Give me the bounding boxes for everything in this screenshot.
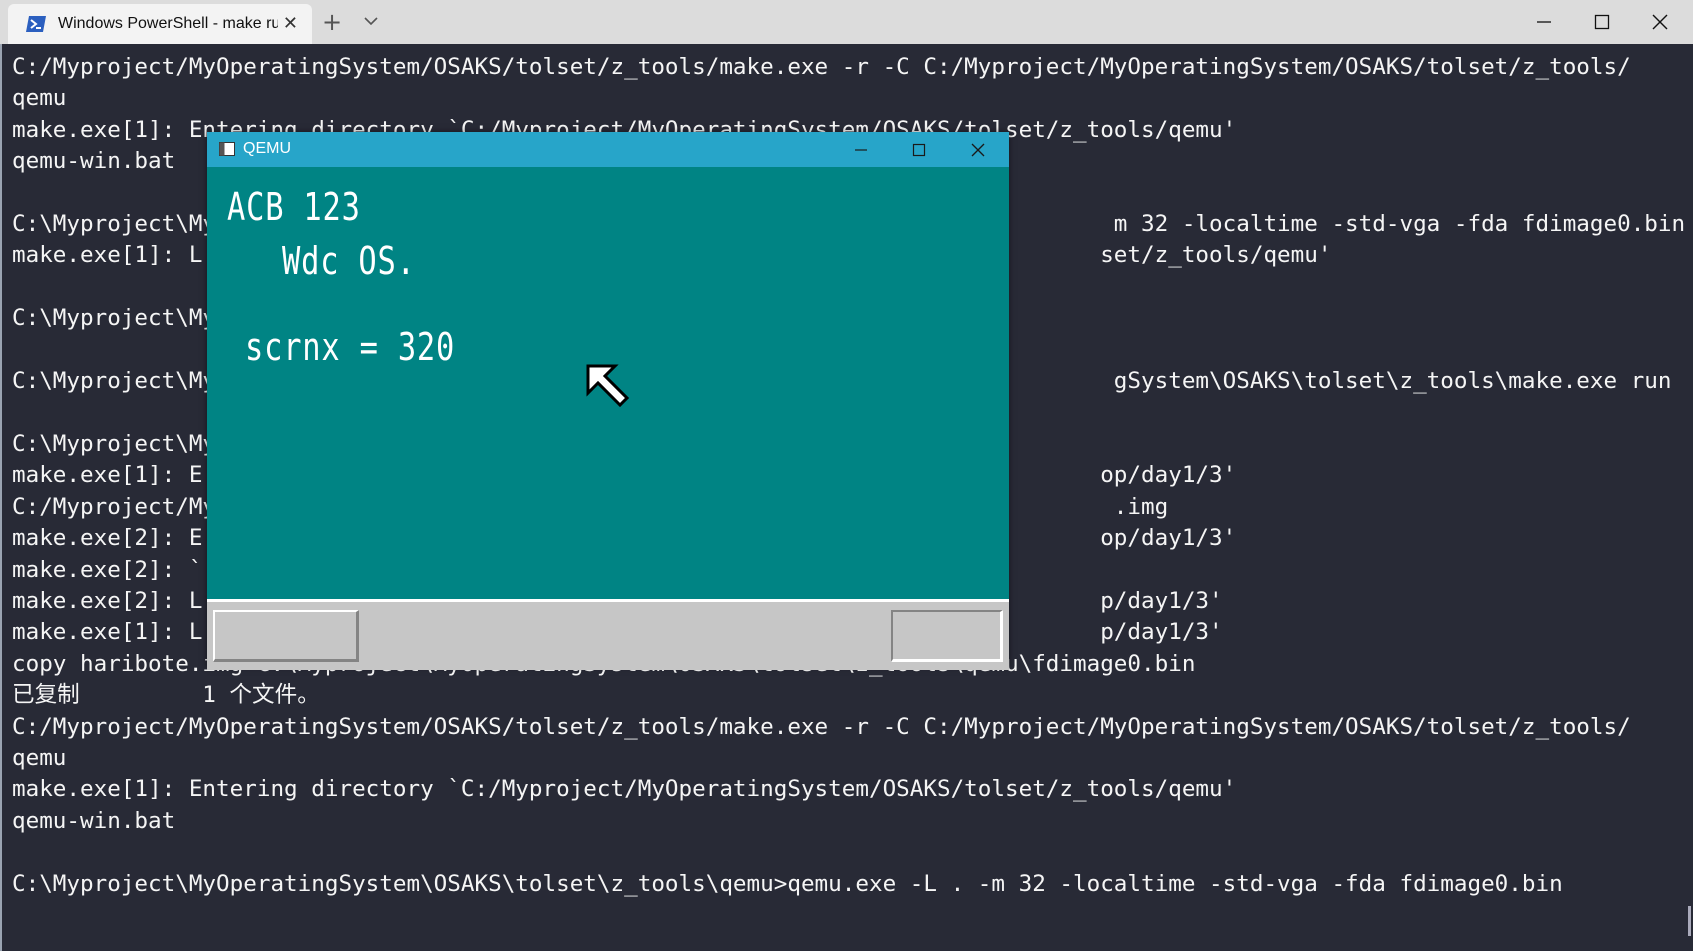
terminal-titlebar: Windows PowerShell - make ru ✕ + [0, 0, 1693, 44]
os-text-line-3: scrnx = 320 [245, 325, 456, 369]
os-text-line-2: Wdc OS. [282, 239, 416, 283]
terminal-line: 已复制 1 个文件。 [12, 682, 320, 709]
qemu-titlebar[interactable]: QEMU [207, 132, 1009, 167]
terminal-line: qemu-win.bat [12, 807, 176, 834]
mouse-cursor-icon [586, 364, 630, 408]
terminal-line: qemu-win.bat [12, 148, 176, 175]
window-icon [219, 142, 235, 156]
os-text-line-1: ACB 123 [227, 185, 361, 229]
terminal-line: C:\Myproject\My [12, 305, 217, 332]
terminal-line: C:/Myproject/MyOperatingSystem/OSAKS/tol… [12, 713, 1631, 740]
start-button[interactable] [213, 610, 359, 662]
qemu-close-button[interactable] [963, 136, 993, 164]
os-taskbar [207, 599, 1009, 670]
minimize-icon [855, 149, 867, 151]
powershell-icon [26, 16, 46, 32]
scrollbar[interactable] [1688, 906, 1691, 936]
minimize-button[interactable] [1527, 8, 1561, 36]
terminal-line: C:\Myproject\My [12, 430, 217, 457]
new-tab-button[interactable]: + [322, 8, 342, 36]
qemu-minimize-button[interactable] [846, 136, 876, 164]
maximize-icon [912, 143, 926, 157]
terminal-line: make.exe[1]: Entering directory `C:/Mypr… [12, 776, 1237, 803]
close-icon [971, 143, 985, 157]
close-tab-icon[interactable]: ✕ [283, 14, 298, 34]
terminal-line: make.exe[2]: ` [12, 556, 203, 583]
terminal-line: qemu [12, 744, 67, 771]
terminal-line: C:\Myproject\MyOperatingSystem\OSAKS\tol… [12, 870, 1563, 897]
close-icon [1652, 14, 1668, 30]
terminal-line: qemu [12, 85, 67, 112]
qemu-title: QEMU [243, 140, 291, 157]
qemu-display[interactable]: ACB 123 Wdc OS. scrnx = 320 [207, 167, 1009, 599]
tab-title: Windows PowerShell - make ru [58, 15, 278, 32]
tray-area [891, 610, 1003, 662]
close-button[interactable] [1643, 8, 1677, 36]
tab-powershell[interactable]: Windows PowerShell - make ru ✕ [8, 4, 312, 44]
qemu-maximize-button[interactable] [904, 136, 934, 164]
chevron-down-icon[interactable] [362, 12, 380, 30]
qemu-window[interactable]: QEMU ACB 123 Wdc OS. scrnx = 320 [207, 132, 1009, 670]
terminal-line: C:/Myproject/MyOperatingSystem/OSAKS/tol… [12, 54, 1631, 80]
maximize-icon [1594, 14, 1610, 30]
minimize-icon [1537, 21, 1551, 23]
maximize-button[interactable] [1585, 8, 1619, 36]
